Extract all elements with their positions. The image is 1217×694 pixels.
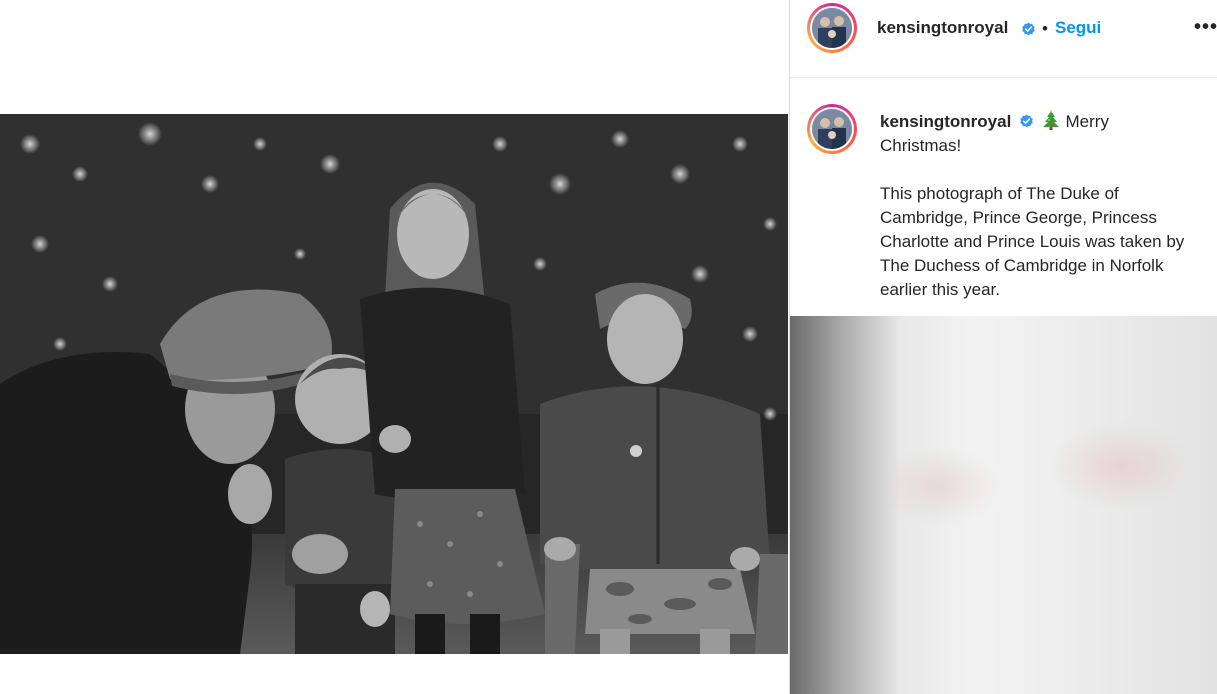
avatar[interactable] bbox=[807, 3, 857, 53]
header-separator: • bbox=[1042, 19, 1048, 38]
caption-area: kensingtonroyal Merry Christmas! This ph… bbox=[790, 78, 1217, 316]
caption-avatar-image bbox=[812, 109, 852, 149]
verified-badge-icon bbox=[1022, 22, 1035, 36]
header-username[interactable]: kensingtonroyal bbox=[877, 18, 1008, 38]
follow-button[interactable]: Segui bbox=[1055, 18, 1101, 38]
post-photo[interactable] bbox=[0, 114, 788, 654]
caption-verified-badge-icon bbox=[1020, 114, 1033, 128]
caption-username[interactable]: kensingtonroyal bbox=[880, 112, 1011, 131]
media-column bbox=[0, 0, 789, 694]
avatar-image bbox=[812, 8, 852, 48]
more-options-icon[interactable]: ••• bbox=[1194, 16, 1217, 39]
caption-body: This photograph of The Duke of Cambridge… bbox=[880, 184, 1185, 299]
caption-text: kensingtonroyal Merry Christmas! This ph… bbox=[880, 110, 1190, 302]
blurred-comments-area bbox=[790, 316, 1217, 694]
post-header: kensingtonroyal • Segui ••• bbox=[790, 0, 1217, 78]
post-side-panel: kensingtonroyal • Segui ••• kensingtonro… bbox=[789, 0, 1217, 694]
christmas-tree-icon bbox=[1042, 110, 1059, 130]
family-photo-illustration bbox=[0, 114, 788, 654]
caption-avatar[interactable] bbox=[807, 104, 857, 154]
